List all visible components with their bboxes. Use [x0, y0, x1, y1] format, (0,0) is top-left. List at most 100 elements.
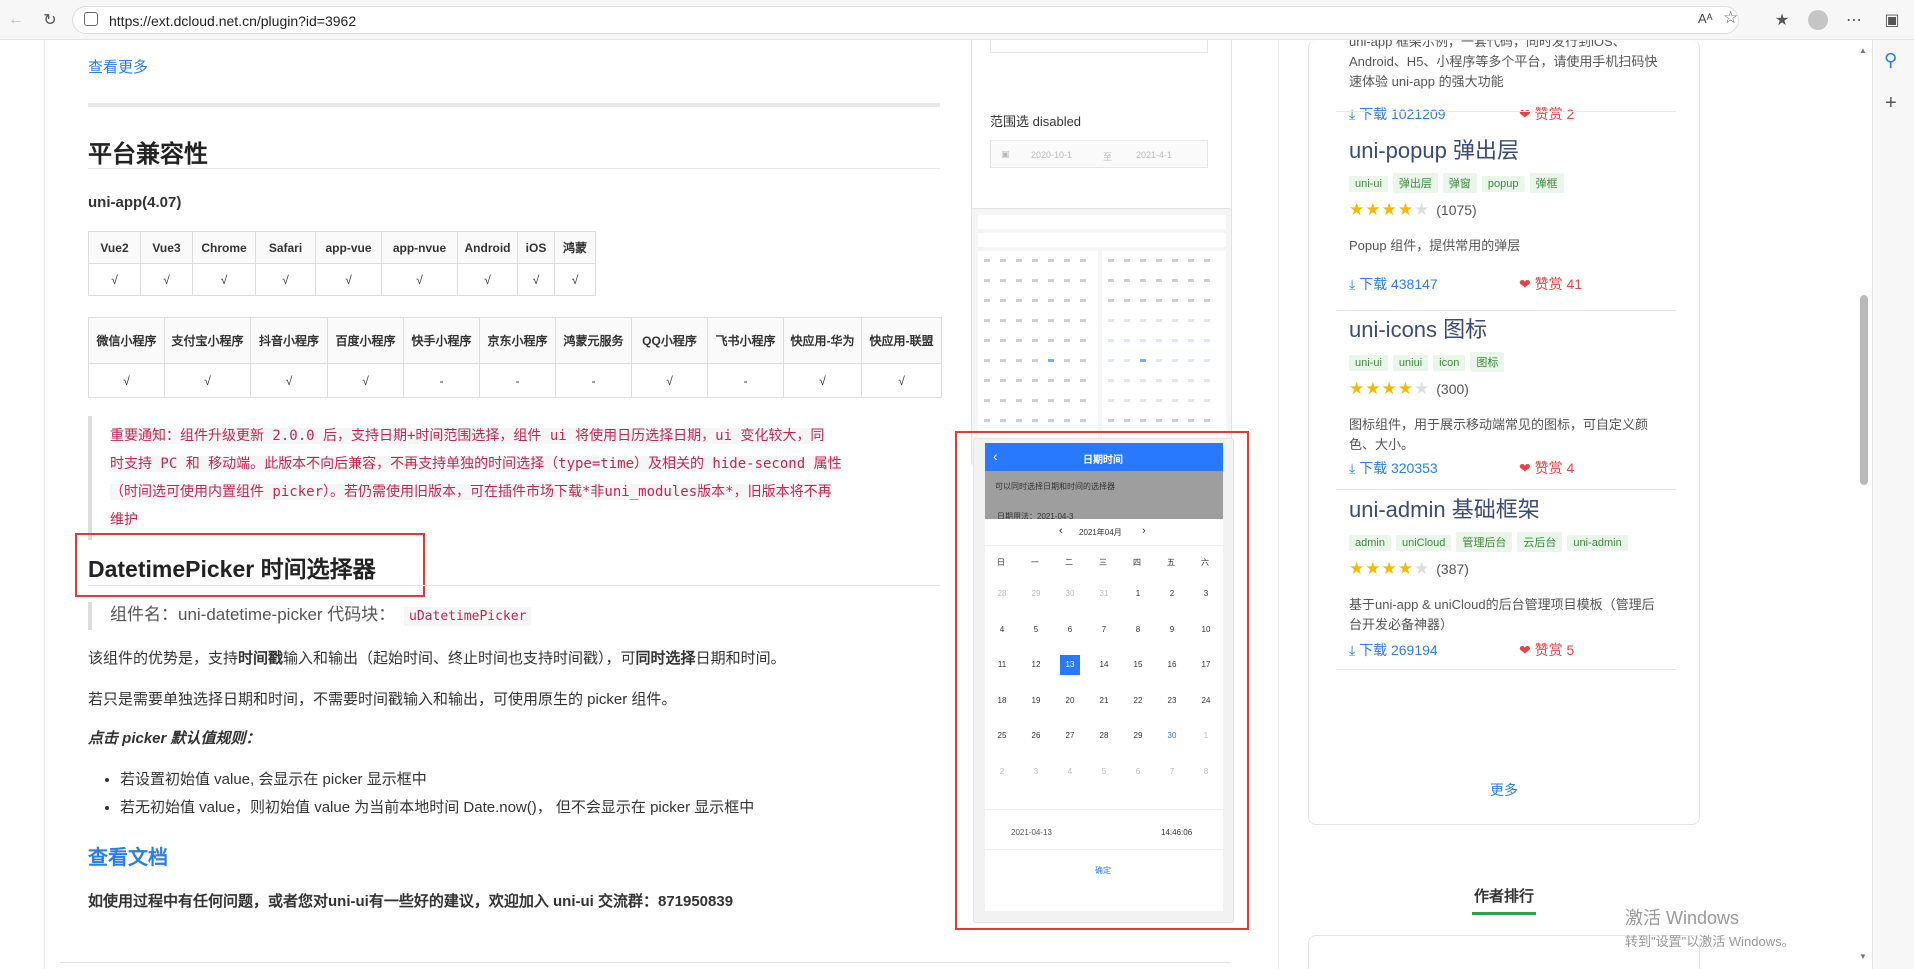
calendar-day: 10 — [1201, 624, 1211, 634]
plugin-title[interactable]: uni-popup 弹出层 — [1349, 133, 1519, 165]
compat-value-cell: √ — [140, 263, 193, 296]
weekday-label: 六 — [1201, 558, 1209, 567]
doc-link[interactable]: 查看文档 — [88, 841, 168, 870]
mini-calendar-cell — [1108, 339, 1114, 342]
plugin-tag[interactable]: uni-ui — [1349, 355, 1388, 371]
profile-avatar[interactable] — [1806, 8, 1830, 32]
plugin-download[interactable]: ⤓ 下载 269194 — [1349, 640, 1438, 660]
plugin-tags: uni-ui uniui icon 图标 — [1349, 352, 1509, 372]
thumb-calendar-left — [978, 251, 1098, 447]
calendar-day: 1 — [1203, 731, 1209, 740]
component-title: DatetimePicker 时间选择器 — [88, 556, 376, 582]
mini-calendar-cell — [1080, 419, 1086, 422]
plugin-tag[interactable]: 图标 — [1470, 352, 1505, 372]
more-link[interactable]: 查看更多 — [88, 56, 148, 77]
compat-header-cell: 鸿蒙 — [554, 231, 596, 264]
rule-item: 若设置初始值 value, 会显示在 picker 显示框中 — [120, 766, 754, 794]
picker-time-value: 14:46:06 — [1161, 828, 1193, 837]
address-bar[interactable]: https://ext.dcloud.net.cn/plugin?id=3962… — [72, 6, 1739, 34]
compat-value-cell: √ — [88, 363, 165, 398]
url-text[interactable]: https://ext.dcloud.net.cn/plugin?id=3962 — [109, 13, 356, 29]
star-icon: ★ — [1349, 559, 1366, 578]
plugin-tag[interactable]: uniui — [1392, 355, 1429, 371]
mini-calendar-cell — [1172, 399, 1178, 402]
mini-calendar-cell — [1108, 399, 1114, 402]
mini-calendar-cell — [1140, 339, 1146, 342]
mini-calendar-cell — [1080, 279, 1086, 282]
plugin-card[interactable]: uni-popup 弹出层 uni-ui 弹出层 弹窗 popup 弹框 ★★★★★ (107… — [1349, 133, 1674, 293]
calendar-day: 9 — [1169, 624, 1175, 634]
divider — [88, 585, 940, 586]
plugin-tag[interactable]: admin — [1349, 535, 1391, 551]
back-icon[interactable]: ← — [4, 8, 28, 32]
page-scrollbar[interactable]: ▲ ▼ — [1856, 40, 1872, 969]
mini-calendar-cell — [1000, 259, 1006, 262]
scroll-down-icon[interactable]: ▼ — [1859, 952, 1867, 961]
screenshot-thumbnail[interactable] — [971, 208, 1232, 465]
more-menu-icon[interactable]: ⋯ — [1842, 8, 1866, 32]
mini-calendar-cell — [984, 399, 990, 402]
plugin-tag[interactable]: popup — [1481, 176, 1525, 192]
plugin-download[interactable]: ⤓ 下载 438147 — [1349, 274, 1438, 294]
scroll-thumb[interactable] — [1860, 295, 1868, 485]
plugin-tag[interactable]: 管理后台 — [1456, 532, 1513, 552]
windows-watermark-title: 激活 Windows — [1625, 908, 1740, 928]
screenshot-thumbnail[interactable]: ‹ 日期时间 可以同时选择日期和时间的选择器 日期用法：2021-04-3 ‹ … — [973, 438, 1234, 923]
compat-value-cell: √ — [783, 363, 862, 398]
search-icon[interactable]: ⚲ — [1884, 50, 1897, 71]
mini-calendar-cell — [1108, 259, 1114, 262]
calendar-day: 20 — [1065, 695, 1075, 705]
plugin-card[interactable]: uni-admin 基础框架 admin uniCloud 管理后台 云后台 uni-ad… — [1349, 492, 1674, 658]
plugin-like[interactable]: ❤ 赞赏 41 — [1519, 274, 1582, 294]
plugin-tag[interactable]: 弹出层 — [1392, 173, 1438, 193]
mini-calendar-cell — [1124, 319, 1130, 322]
mini-calendar-cell — [1000, 359, 1006, 362]
plugin-like[interactable]: ❤ 赞赏 5 — [1519, 640, 1574, 660]
more-plugins-link[interactable]: 更多 — [1490, 780, 1518, 800]
uniapp-version: uni-app(4.07) — [88, 194, 182, 211]
weekday-label: 三 — [1099, 558, 1107, 567]
mini-calendar-cell — [1204, 279, 1210, 282]
mini-calendar-cell — [1048, 399, 1054, 402]
compat-header-cell: app-nvue — [381, 231, 458, 264]
plugin-tag[interactable]: icon — [1433, 355, 1466, 371]
plugin-card[interactable]: uni-icons 图标 uni-ui uniui icon 图标 ★★★★★ (300) 图… — [1349, 312, 1674, 476]
favorites-icon[interactable]: ★ — [1770, 8, 1794, 32]
plugin-download[interactable]: ⤓ 下载 320353 — [1349, 458, 1438, 478]
mini-calendar-cell — [1188, 279, 1194, 282]
calendar-day: 22 — [1133, 695, 1143, 705]
mini-calendar-cell — [1080, 339, 1086, 342]
plugin-tag[interactable]: uni-ui — [1349, 176, 1388, 192]
plugin-title[interactable]: uni-admin 基础框架 — [1349, 492, 1540, 524]
mini-calendar-cell — [1108, 279, 1114, 282]
desc-bold: 时间戳 — [238, 650, 284, 667]
calendar-day: 29 — [1133, 731, 1143, 740]
refresh-icon[interactable]: ↻ — [38, 8, 62, 32]
plugin-tag[interactable]: uniCloud — [1395, 535, 1452, 551]
top-plugin-download[interactable]: ⤓ 下载 1021209 — [1349, 104, 1446, 124]
plugin-title[interactable]: uni-icons 图标 — [1349, 312, 1487, 344]
top-plugin-like[interactable]: ❤ 赞赏 2 — [1519, 104, 1574, 124]
plugin-like[interactable]: ❤ 赞赏 4 — [1519, 458, 1574, 478]
calendar-day: 28 — [1099, 731, 1109, 740]
author-rank-tab[interactable]: 作者排行 — [1474, 885, 1534, 906]
plugin-tag[interactable]: 云后台 — [1517, 532, 1563, 552]
component-code: uDatetimePicker — [404, 607, 532, 626]
read-aloud-icon[interactable]: Aᴬ — [1698, 11, 1713, 26]
content-border — [44, 40, 45, 969]
favorite-star-icon[interactable]: ☆ — [1723, 8, 1738, 28]
plugin-tag[interactable]: 弹窗 — [1442, 173, 1477, 193]
edge-sidebar: ⚲ + — [1872, 40, 1914, 969]
sidebar-toggle-icon[interactable]: ▣ — [1880, 8, 1904, 32]
plugin-tag[interactable]: 弹框 — [1529, 173, 1564, 193]
star-icon: ★ — [1365, 379, 1382, 398]
star-icon: ★ — [1414, 200, 1431, 219]
mini-calendar-cell — [1000, 399, 1006, 402]
site-info-icon[interactable] — [84, 12, 98, 26]
compat-value-cell: √ — [192, 263, 256, 296]
plugin-tag[interactable]: uni-admin — [1567, 535, 1628, 551]
add-icon[interactable]: + — [1885, 92, 1897, 115]
mini-calendar-cell — [1000, 379, 1006, 382]
scroll-up-icon[interactable]: ▲ — [1859, 46, 1867, 55]
picker-header: ‹ 日期时间 — [985, 443, 1223, 471]
